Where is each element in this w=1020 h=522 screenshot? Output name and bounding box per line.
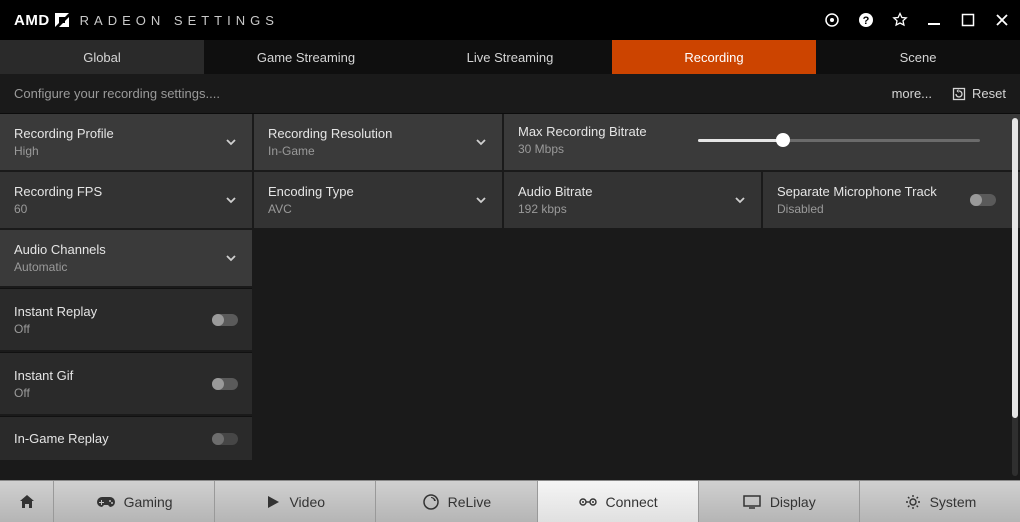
titlebar: AMD RADEON SETTINGS ? (0, 0, 1020, 40)
recording-profile-label: Recording Profile (14, 126, 114, 141)
recording-fps-dropdown[interactable]: Recording FPS 60 (0, 172, 252, 228)
settings-content: Recording Profile High Recording Resoluti… (0, 114, 1020, 480)
star-icon[interactable] (890, 10, 910, 30)
toggle-switch (970, 194, 996, 206)
tab-live-streaming[interactable]: Live Streaming (408, 40, 612, 74)
separate-mic-label: Separate Microphone Track (777, 184, 937, 199)
nav-home[interactable] (0, 481, 54, 522)
recording-resolution-dropdown[interactable]: Recording Resolution In-Game (254, 114, 502, 170)
max-bitrate-tile: Max Recording Bitrate 30 Mbps (504, 114, 1020, 170)
chevron-down-icon (733, 193, 747, 207)
max-bitrate-label: Max Recording Bitrate (518, 124, 688, 139)
chevron-down-icon (474, 193, 488, 207)
recording-fps-label: Recording FPS (14, 184, 102, 199)
nav-system-label: System (930, 494, 977, 510)
scrollbar[interactable] (1012, 118, 1018, 476)
recording-profile-value: High (14, 144, 114, 158)
nav-connect[interactable]: Connect (538, 481, 699, 522)
nav-gaming-label: Gaming (124, 494, 173, 510)
chevron-down-icon (224, 193, 238, 207)
instant-gif-toggle[interactable]: Instant Gif Off (0, 352, 252, 414)
instant-replay-toggle[interactable]: Instant Replay Off (0, 288, 252, 350)
help-icon[interactable]: ? (856, 10, 876, 30)
more-link[interactable]: more... (892, 86, 932, 101)
nav-video-label: Video (289, 494, 325, 510)
chevron-down-icon (224, 135, 238, 149)
audio-channels-dropdown[interactable]: Audio Channels Automatic (0, 230, 252, 286)
audio-bitrate-label: Audio Bitrate (518, 184, 592, 199)
reset-button[interactable]: Reset (952, 86, 1006, 101)
in-game-replay-label: In-Game Replay (14, 431, 109, 446)
tab-scene[interactable]: Scene (816, 40, 1020, 74)
amd-glyph-icon (54, 12, 70, 28)
separate-mic-value: Disabled (777, 202, 937, 216)
recording-resolution-label: Recording Resolution (268, 126, 392, 141)
subtab-bar: Global Game Streaming Live Streaming Rec… (0, 40, 1020, 74)
tab-recording[interactable]: Recording (612, 40, 816, 74)
relive-icon (422, 493, 440, 511)
updates-icon[interactable] (822, 10, 842, 30)
nav-video[interactable]: Video (215, 481, 376, 522)
instant-replay-label: Instant Replay (14, 304, 97, 319)
app-logo: AMD RADEON SETTINGS (14, 12, 279, 29)
amd-text: AMD (14, 12, 50, 29)
instant-gif-value: Off (14, 386, 73, 400)
encoding-type-dropdown[interactable]: Encoding Type AVC (254, 172, 502, 228)
nav-gaming[interactable]: Gaming (54, 481, 215, 522)
play-icon (265, 494, 281, 510)
max-bitrate-slider[interactable] (698, 131, 980, 149)
chevron-down-icon (474, 135, 488, 149)
display-icon (742, 494, 762, 510)
nav-relive-label: ReLive (448, 494, 492, 510)
nav-display-label: Display (770, 494, 816, 510)
separate-mic-toggle[interactable]: Separate Microphone Track Disabled (763, 172, 1020, 228)
recording-fps-value: 60 (14, 202, 102, 216)
scrollbar-thumb[interactable] (1012, 118, 1018, 418)
maximize-button[interactable] (958, 10, 978, 30)
app-window: AMD RADEON SETTINGS ? (0, 0, 1020, 522)
window-controls: ? (822, 10, 1012, 30)
instant-replay-value: Off (14, 322, 97, 336)
toggle-switch (212, 378, 238, 390)
tab-game-streaming[interactable]: Game Streaming (204, 40, 408, 74)
bottom-nav: Gaming Video ReLive Connect Display Syst… (0, 480, 1020, 522)
toggle-switch (212, 433, 238, 445)
audio-channels-value: Automatic (14, 260, 106, 274)
reset-label: Reset (972, 86, 1006, 101)
instant-gif-label: Instant Gif (14, 368, 73, 383)
encoding-type-value: AVC (268, 202, 354, 216)
tab-global[interactable]: Global (0, 40, 204, 74)
audio-bitrate-dropdown[interactable]: Audio Bitrate 192 kbps (504, 172, 761, 228)
max-bitrate-value: 30 Mbps (518, 142, 688, 156)
svg-text:?: ? (863, 15, 870, 27)
audio-bitrate-value: 192 kbps (518, 202, 592, 216)
gamepad-icon (96, 495, 116, 509)
nav-connect-label: Connect (606, 494, 658, 510)
recording-profile-dropdown[interactable]: Recording Profile High (0, 114, 252, 170)
subheader-text: Configure your recording settings.... (14, 86, 220, 101)
recording-resolution-value: In-Game (268, 144, 392, 158)
settings-grid: Recording Profile High Recording Resoluti… (0, 114, 1020, 460)
nav-relive[interactable]: ReLive (376, 481, 537, 522)
in-game-replay-toggle[interactable]: In-Game Replay (0, 416, 252, 460)
encoding-type-label: Encoding Type (268, 184, 354, 199)
home-icon (18, 493, 36, 511)
audio-channels-label: Audio Channels (14, 242, 106, 257)
subheader: Configure your recording settings.... mo… (0, 74, 1020, 114)
chevron-down-icon (224, 251, 238, 265)
amd-logo: AMD (14, 12, 70, 29)
system-icon (904, 493, 922, 511)
nav-system[interactable]: System (860, 481, 1020, 522)
minimize-button[interactable] (924, 10, 944, 30)
app-title: RADEON SETTINGS (80, 13, 279, 28)
close-button[interactable] (992, 10, 1012, 30)
connect-icon (578, 495, 598, 509)
nav-display[interactable]: Display (699, 481, 860, 522)
reset-icon (952, 87, 966, 101)
toggle-switch (212, 314, 238, 326)
